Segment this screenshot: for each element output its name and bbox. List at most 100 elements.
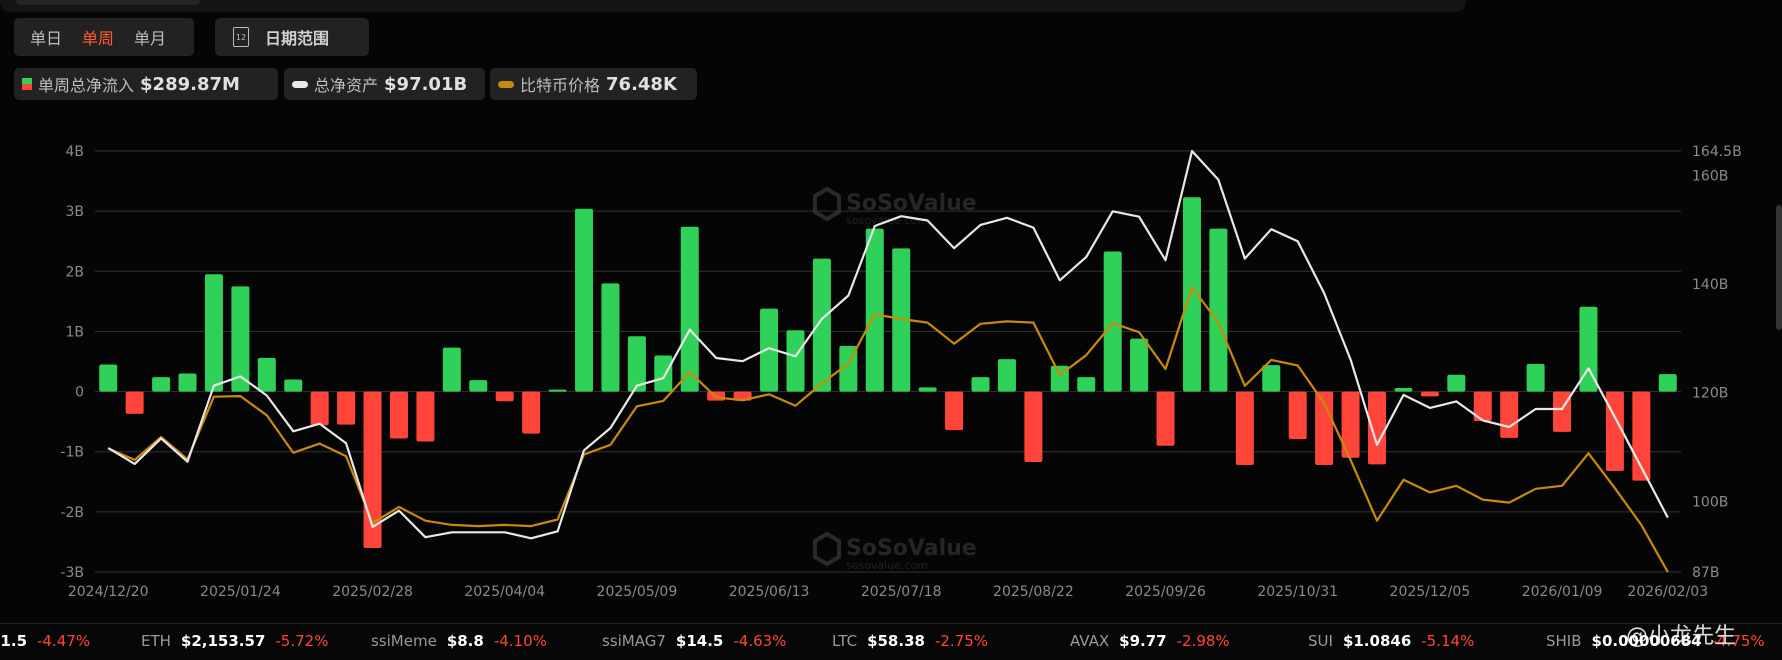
left-axis-tick: 2B (65, 264, 84, 280)
ticker-change: -5.72% (275, 632, 329, 650)
inflow-bar (812, 258, 831, 392)
inflow-bar (204, 274, 223, 392)
right-axis-tick: 160B (1692, 168, 1728, 184)
inflow-bar (99, 364, 118, 392)
ticker-item[interactable]: LTC $58.38 -2.75% (832, 632, 988, 650)
inflow-bar (1262, 365, 1281, 392)
inflow-bar (178, 373, 197, 392)
inflow-bar (152, 377, 171, 392)
x-axis-tick: 2025/10/31 (1257, 584, 1338, 600)
inflow-bar (442, 347, 461, 392)
ticker-item[interactable]: ssiMAG7 $14.5 -4.63% (602, 632, 786, 650)
outflow-bar (945, 391, 964, 431)
right-axis-tick: 120B (1692, 386, 1728, 402)
inflow-bar (918, 387, 937, 392)
x-axis-tick: 2025/07/18 (861, 584, 942, 600)
inflow-bar (575, 208, 594, 392)
author-watermark: @小龙先生 (1626, 624, 1737, 649)
ticker-item[interactable]: AVAX $9.77 -2.98% (1070, 632, 1230, 650)
left-axis-tick: 1B (65, 324, 84, 340)
inflow-bar (786, 330, 805, 392)
ticker-symbol: ETH (141, 632, 171, 650)
price-ticker: 51.5-4.47%ETH$2,153.57-5.72%ssiMeme$8.8-… (0, 623, 1782, 660)
inflow-bar (1526, 363, 1545, 392)
outflow-bar (1288, 391, 1307, 440)
ticker-symbol: ssiMeme (371, 632, 437, 650)
watermark-site: sosovalue.com (846, 559, 928, 572)
inflow-bar (548, 389, 567, 392)
right-axis-tick: 100B (1692, 494, 1728, 510)
btc-price-line (107, 286, 1669, 573)
outflow-bar (1235, 391, 1254, 465)
ticker-item[interactable]: ETH $2,153.57 -5.72% (141, 632, 328, 650)
x-axis-tick: 2024/12/20 (68, 584, 149, 600)
inflow-bar (1447, 374, 1466, 392)
inflow-bar (1394, 387, 1413, 392)
right-axis-tick: 164.5B (1692, 144, 1742, 160)
ticker-price: 51.5 (0, 632, 28, 650)
ticker-price: $2,153.57 (180, 632, 266, 650)
ticker-symbol: SHIB (1546, 632, 1582, 650)
ticker-price: $1.0846 (1342, 632, 1412, 650)
ticker-price: $58.38 (867, 632, 925, 650)
ticker-item[interactable]: 51.5 -4.47% (0, 632, 90, 650)
ticker-symbol: SUI (1308, 632, 1333, 650)
right-axis-tick: 140B (1692, 277, 1728, 293)
inflow-bar (1077, 377, 1096, 392)
inflow-bar (654, 355, 673, 392)
outflow-bar (389, 391, 408, 439)
ticker-change: -4.47% (37, 632, 91, 650)
ticker-change: -2.98% (1176, 632, 1230, 650)
inflow-bar (469, 380, 488, 392)
x-axis-tick: 2026/01/09 (1522, 584, 1603, 600)
outflow-bar (495, 391, 514, 402)
x-axis-tick: 2025/06/13 (729, 584, 810, 600)
outflow-bar (416, 391, 435, 442)
x-axis-tick: 2025/08/22 (993, 584, 1074, 600)
inflow-bar (1209, 228, 1228, 392)
ticker-price: $9.77 (1119, 632, 1167, 650)
outflow-bar (522, 391, 541, 434)
inflow-bar (865, 228, 884, 392)
x-axis-tick: 2025/05/09 (597, 584, 678, 600)
x-axis-tick: 2025/12/05 (1390, 584, 1471, 600)
outflow-bar (1024, 391, 1043, 462)
watermark-brand: SoSoValue (846, 536, 977, 561)
ticker-item[interactable]: SUI $1.0846 -5.14% (1308, 632, 1474, 650)
inflow-bar (284, 379, 303, 392)
inflow-bar (1103, 251, 1122, 392)
outflow-bar (1156, 391, 1175, 446)
left-axis-tick: 3B (65, 204, 84, 220)
inflow-bar (680, 226, 699, 392)
left-axis-tick: 4B (65, 144, 84, 160)
outflow-bar (310, 391, 329, 426)
ticker-symbol: AVAX (1070, 632, 1110, 650)
outflow-bar (1500, 391, 1519, 438)
inflow-bar (601, 283, 620, 392)
left-axis-tick: -2B (60, 505, 84, 521)
ticker-change: -4.63% (733, 632, 787, 650)
right-axis-tick: 87B (1692, 565, 1719, 581)
ticker-price: $8.8 (446, 632, 484, 650)
inflow-bar (997, 359, 1016, 392)
inflow-bar (257, 357, 276, 392)
etf-flow-chart[interactable]: SoSoValuesosovalue.comSoSoValuesosovalue… (0, 0, 1782, 610)
inflow-bar (971, 377, 990, 392)
scrollbar[interactable] (1776, 205, 1782, 330)
sosovalue-logo-icon (813, 531, 841, 567)
outflow-bar (125, 391, 144, 414)
x-axis-tick: 2025/09/26 (1125, 584, 1206, 600)
x-axis-tick: 2025/04/04 (464, 584, 545, 600)
left-axis-tick: -1B (60, 445, 84, 461)
inflow-bar (1658, 374, 1677, 392)
ticker-price: $14.5 (675, 632, 724, 650)
x-axis-tick: 2026/02/03 (1627, 584, 1708, 600)
ticker-symbol: ssiMAG7 (602, 632, 666, 650)
ticker-change: -5.14% (1421, 632, 1475, 650)
x-axis-tick: 2025/02/28 (332, 584, 413, 600)
x-axis-tick: 2025/01/24 (200, 584, 281, 600)
watermark-brand: SoSoValue (846, 191, 977, 216)
left-axis-tick: -3B (60, 565, 84, 581)
ticker-item[interactable]: ssiMeme $8.8 -4.10% (371, 632, 547, 650)
ticker-change: -4.10% (493, 632, 547, 650)
